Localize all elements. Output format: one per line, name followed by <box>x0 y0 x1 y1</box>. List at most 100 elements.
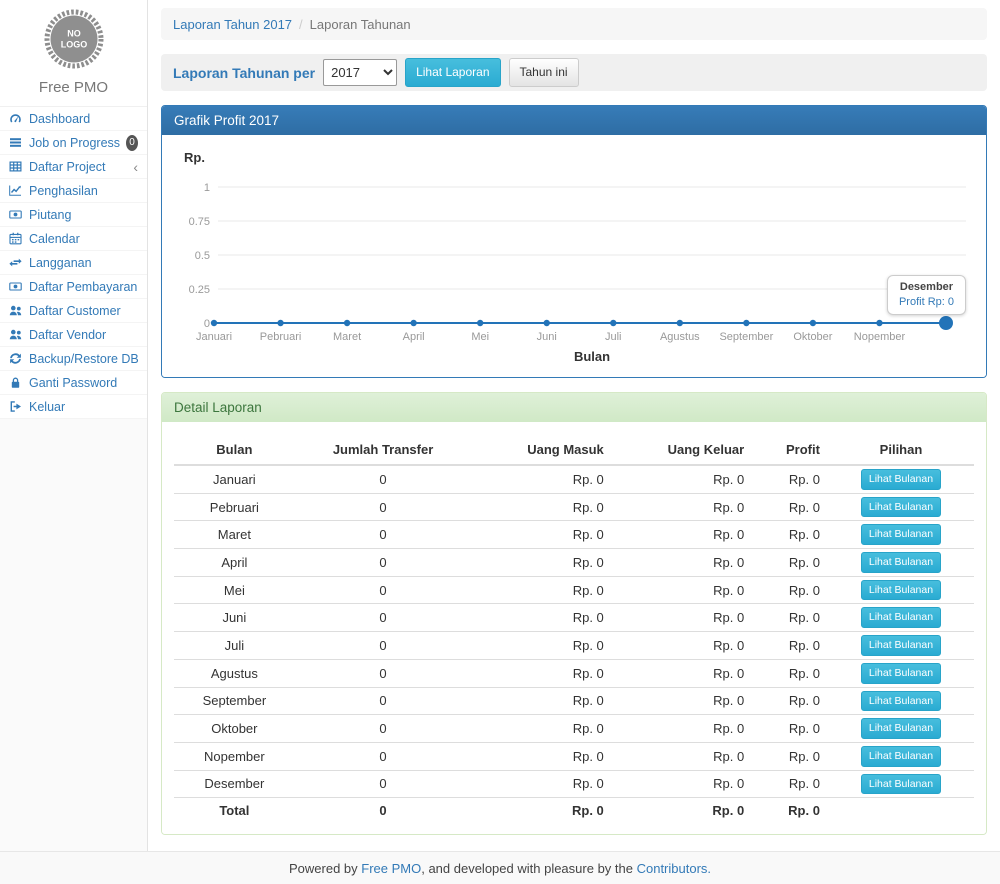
cell-pilihan: Lihat Bulanan <box>828 493 974 521</box>
cell-jumlah-transfer: 0 <box>295 493 472 521</box>
cell-bulan: Maret <box>174 521 295 549</box>
cell-bulan: Mei <box>174 576 295 604</box>
cell-uang-masuk: Rp. 0 <box>471 604 611 632</box>
column-header-uang-masuk: Uang Masuk <box>471 436 611 465</box>
cell-profit: Rp. 0 <box>752 687 828 715</box>
svg-text:0.5: 0.5 <box>195 250 210 262</box>
cell-jumlah-transfer: 0 <box>295 604 472 632</box>
sidebar-item-calendar[interactable]: Calendar <box>0 227 147 251</box>
table-row-september: September0Rp. 0Rp. 0Rp. 0Lihat Bulanan <box>174 687 974 715</box>
table-row-juli: Juli0Rp. 0Rp. 0Rp. 0Lihat Bulanan <box>174 632 974 660</box>
table-icon <box>9 160 23 173</box>
view-monthly-button[interactable]: Lihat Bulanan <box>861 580 941 601</box>
sidebar-item-daftar-pembayaran[interactable]: Daftar Pembayaran <box>0 275 147 299</box>
svg-text:1: 1 <box>204 182 210 194</box>
view-monthly-button[interactable]: Lihat Bulanan <box>861 524 941 545</box>
view-monthly-button[interactable]: Lihat Bulanan <box>861 607 941 628</box>
table-row-nopember: Nopember0Rp. 0Rp. 0Rp. 0Lihat Bulanan <box>174 742 974 770</box>
report-panel-body: BulanJumlah TransferUang MasukUang Kelua… <box>162 422 986 834</box>
cell-uang-keluar: Rp. 0 <box>612 521 752 549</box>
cell-pilihan: Lihat Bulanan <box>828 742 974 770</box>
view-monthly-button[interactable]: Lihat Bulanan <box>861 663 941 684</box>
svg-text:Bulan: Bulan <box>574 349 610 364</box>
cell-uang-masuk: Rp. 0 <box>471 465 611 493</box>
sidebar-item-daftar-customer[interactable]: Daftar Customer <box>0 299 147 323</box>
sidebar-item-daftar-project[interactable]: Daftar Project‹ <box>0 155 147 179</box>
view-monthly-button[interactable]: Lihat Bulanan <box>861 635 941 656</box>
cell-jumlah-transfer: 0 <box>295 465 472 493</box>
sidebar-item-label: Piutang <box>29 208 71 222</box>
view-monthly-button[interactable]: Lihat Bulanan <box>861 552 941 573</box>
chevron-left-icon: ‹ <box>133 160 138 174</box>
view-monthly-button[interactable]: Lihat Bulanan <box>861 497 941 518</box>
sidebar-item-keluar[interactable]: Keluar <box>0 395 147 419</box>
main-content: Laporan Tahun 2017 / Laporan Tahunan Lap… <box>148 0 1000 851</box>
cell-bulan: Nopember <box>174 742 295 770</box>
svg-text:Agustus: Agustus <box>660 331 700 343</box>
calendar-icon <box>9 232 23 245</box>
cell-profit: Rp. 0 <box>752 715 828 743</box>
cell-profit: Rp. 0 <box>752 604 828 632</box>
cell-pilihan: Lihat Bulanan <box>828 576 974 604</box>
cell-uang-keluar: Rp. 0 <box>612 632 752 660</box>
svg-text:April: April <box>403 331 425 343</box>
cell-uang-keluar: Rp. 0 <box>612 576 752 604</box>
cell-profit: Rp. 0 <box>752 549 828 577</box>
svg-text:Juli: Juli <box>605 331 622 343</box>
cell-uang-masuk: Rp. 0 <box>471 632 611 660</box>
cell-profit: Rp. 0 <box>752 465 828 493</box>
sidebar-item-langganan[interactable]: Langganan <box>0 251 147 275</box>
svg-text:0.75: 0.75 <box>189 216 210 228</box>
footer-app-link[interactable]: Free PMO <box>361 861 421 876</box>
view-monthly-button[interactable]: Lihat Bulanan <box>861 774 941 795</box>
cell-uang-keluar: Rp. 0 <box>612 770 752 798</box>
cell-pilihan: Lihat Bulanan <box>828 549 974 577</box>
table-row-oktober: Oktober0Rp. 0Rp. 0Rp. 0Lihat Bulanan <box>174 715 974 743</box>
column-header-profit: Profit <box>752 436 828 465</box>
profit-line-chart: Rp.10.750.50.250JanuariPebruariMaretApri… <box>174 145 974 367</box>
sidebar-item-piutang[interactable]: Piutang <box>0 203 147 227</box>
cell-uang-masuk: Rp. 0 <box>471 715 611 743</box>
column-header-bulan: Bulan <box>174 436 295 465</box>
view-monthly-button[interactable]: Lihat Bulanan <box>861 691 941 712</box>
table-row-januari: Januari0Rp. 0Rp. 0Rp. 0Lihat Bulanan <box>174 465 974 493</box>
sidebar: NO LOGO Free PMO DashboardJob on Progres… <box>0 0 148 851</box>
cell-pilihan: Lihat Bulanan <box>828 465 974 493</box>
sidebar-item-dashboard[interactable]: Dashboard <box>0 107 147 131</box>
sidebar-item-job-on-progress[interactable]: Job on Progress0 <box>0 131 147 155</box>
this-year-button[interactable]: Tahun ini <box>509 58 579 87</box>
sidebar-item-penghasilan[interactable]: Penghasilan <box>0 179 147 203</box>
toolbar-label: Laporan Tahunan per <box>173 65 315 81</box>
view-monthly-button[interactable]: Lihat Bulanan <box>861 746 941 767</box>
total-cell-bulan: Total <box>174 798 295 822</box>
sidebar-item-daftar-vendor[interactable]: Daftar Vendor <box>0 323 147 347</box>
report-table-body: Januari0Rp. 0Rp. 0Rp. 0Lihat BulananPebr… <box>174 465 974 822</box>
profit-chart-canvas[interactable]: Rp.10.750.50.250JanuariPebruariMaretApri… <box>162 135 986 377</box>
view-monthly-button[interactable]: Lihat Bulanan <box>861 469 941 490</box>
table-row-total: Total0Rp. 0Rp. 0Rp. 0 <box>174 798 974 822</box>
svg-text:Januari: Januari <box>196 331 232 343</box>
report-panel-title: Detail Laporan <box>162 393 986 422</box>
sidebar-item-backup-restore-db[interactable]: Backup/Restore DB <box>0 347 147 371</box>
detail-report-panel: Detail Laporan BulanJumlah TransferUang … <box>161 392 987 835</box>
table-row-maret: Maret0Rp. 0Rp. 0Rp. 0Lihat Bulanan <box>174 521 974 549</box>
year-select[interactable]: 2017 <box>323 59 397 86</box>
cell-jumlah-transfer: 0 <box>295 715 472 743</box>
profit-chart-panel: Grafik Profit 2017 Rp.10.750.50.250Janua… <box>161 105 987 378</box>
view-monthly-button[interactable]: Lihat Bulanan <box>861 718 941 739</box>
tooltip-value: Profit Rp: 0 <box>899 296 954 308</box>
cell-jumlah-transfer: 0 <box>295 687 472 715</box>
view-report-button[interactable]: Lihat Laporan <box>405 58 500 87</box>
cell-uang-keluar: Rp. 0 <box>612 715 752 743</box>
cell-jumlah-transfer: 0 <box>295 576 472 604</box>
users-icon <box>9 304 23 317</box>
sidebar-item-ganti-password[interactable]: Ganti Password <box>0 371 147 395</box>
cell-uang-keluar: Rp. 0 <box>612 465 752 493</box>
footer-contributors-link[interactable]: Contributors. <box>637 861 711 876</box>
cell-bulan: Agustus <box>174 659 295 687</box>
sidebar-item-label: Job on Progress <box>29 136 120 150</box>
table-row-pebruari: Pebruari0Rp. 0Rp. 0Rp. 0Lihat Bulanan <box>174 493 974 521</box>
cell-bulan: April <box>174 549 295 577</box>
breadcrumb-link[interactable]: Laporan Tahun 2017 <box>173 17 292 32</box>
sidebar-item-label: Keluar <box>29 400 65 414</box>
